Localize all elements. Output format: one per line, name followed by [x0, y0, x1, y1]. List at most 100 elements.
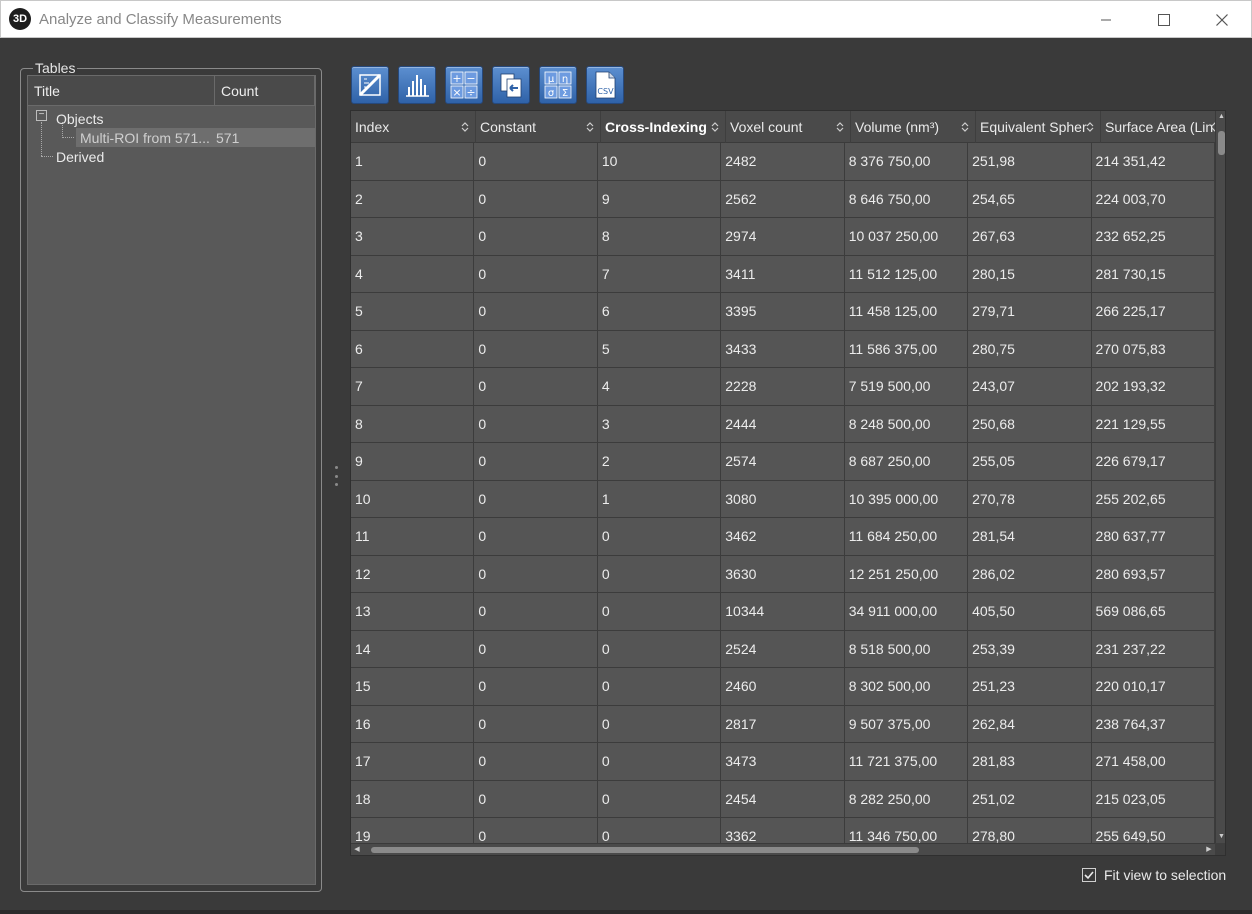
table-cell[interactable]: 2562 [721, 180, 845, 217]
table-cell[interactable]: 0 [598, 593, 722, 630]
table-row[interactable]: 11 0 0 3462 11 684 250,00 281,54 280 637,77 [351, 518, 1215, 556]
table-cell[interactable]: 254,65 [968, 180, 1092, 217]
minimize-button[interactable] [1077, 1, 1135, 39]
table-cell[interactable]: 3080 [721, 480, 845, 517]
arithmetic-button[interactable]: + − × ÷ [445, 66, 483, 104]
table-cell[interactable]: 281,54 [968, 518, 1092, 555]
table-cell[interactable]: 255,05 [968, 443, 1092, 480]
table-cell[interactable]: 8 [351, 405, 475, 442]
table-cell[interactable]: 9 507 375,00 [845, 705, 969, 742]
table-cell[interactable]: 202 193,32 [1092, 368, 1215, 405]
table-row[interactable]: 13 0 0 10344 34 911 000,00 405,50 569 086,65 [351, 593, 1215, 631]
sort-icon[interactable] [586, 121, 594, 133]
table-cell[interactable]: 0 [474, 668, 598, 705]
table-cell[interactable]: 0 [474, 518, 598, 555]
table-row[interactable]: 17 0 0 3473 11 721 375,00 281,83 271 458,00 [351, 743, 1215, 781]
table-cell[interactable]: 0 [474, 293, 598, 330]
horizontal-scroll-thumb[interactable] [371, 847, 919, 853]
table-cell[interactable]: 10 [598, 143, 722, 180]
column-header[interactable]: Cross-Indexing [601, 111, 726, 143]
table-cell[interactable]: 11 346 750,00 [845, 818, 969, 843]
table-cell[interactable]: 13 [351, 593, 475, 630]
table-cell[interactable]: 281 730,15 [1092, 255, 1215, 292]
table-cell[interactable]: 12 [351, 555, 475, 592]
table-cell[interactable]: 253,39 [968, 630, 1092, 667]
table-cell[interactable]: 11 721 375,00 [845, 743, 969, 780]
table-cell[interactable]: 232 652,25 [1092, 218, 1215, 255]
table-row[interactable]: 16 0 0 2817 9 507 375,00 262,84 238 764,37 [351, 705, 1215, 743]
table-cell[interactable]: 3 [351, 218, 475, 255]
table-cell[interactable]: 280,75 [968, 330, 1092, 367]
table-row[interactable]: 1 0 10 2482 8 376 750,00 251,98 214 351,42 [351, 143, 1215, 181]
table-cell[interactable]: 2482 [721, 143, 845, 180]
table-cell[interactable]: 8 248 500,00 [845, 405, 969, 442]
table-cell[interactable]: 11 512 125,00 [845, 255, 969, 292]
table-row[interactable]: 2 0 9 2562 8 646 750,00 254,65 224 003,70 [351, 180, 1215, 218]
table-cell[interactable]: 279,71 [968, 293, 1092, 330]
table-cell[interactable]: 278,80 [968, 818, 1092, 843]
sort-icon[interactable] [1086, 121, 1094, 133]
table-cell[interactable]: 8 282 250,00 [845, 780, 969, 817]
table-cell[interactable]: 0 [474, 818, 598, 843]
table-row[interactable]: 18 0 0 2454 8 282 250,00 251,02 215 023,05 [351, 780, 1215, 818]
table-cell[interactable]: 8 302 500,00 [845, 668, 969, 705]
table-cell[interactable]: 4 [598, 368, 722, 405]
table-cell[interactable]: 2524 [721, 630, 845, 667]
table-cell[interactable]: 0 [474, 555, 598, 592]
table-cell[interactable]: 0 [474, 255, 598, 292]
table-cell[interactable]: 8 646 750,00 [845, 180, 969, 217]
table-row[interactable]: 7 0 4 2228 7 519 500,00 243,07 202 193,32 [351, 368, 1215, 406]
table-cell[interactable]: 3411 [721, 255, 845, 292]
column-header[interactable]: Constant [476, 111, 601, 143]
table-cell[interactable]: 0 [598, 743, 722, 780]
table-cell[interactable]: 10 037 250,00 [845, 218, 969, 255]
sort-icon[interactable] [961, 121, 969, 133]
table-cell[interactable]: 0 [474, 180, 598, 217]
table-cell[interactable]: 270 075,83 [1092, 330, 1215, 367]
table-cell[interactable]: 1 [598, 480, 722, 517]
table-cell[interactable]: 215 023,05 [1092, 780, 1215, 817]
scroll-left-icon[interactable]: ◀ [351, 844, 363, 855]
table-cell[interactable]: 0 [474, 593, 598, 630]
table-row[interactable]: 6 0 5 3433 11 586 375,00 280,75 270 075,83 [351, 330, 1215, 368]
table-cell[interactable]: 0 [598, 818, 722, 843]
table-cell[interactable]: 0 [474, 143, 598, 180]
table-cell[interactable]: 251,02 [968, 780, 1092, 817]
table-cell[interactable]: 238 764,37 [1092, 705, 1215, 742]
tree-column-title[interactable]: Title [28, 76, 215, 105]
scroll-right-icon[interactable]: ▶ [1203, 844, 1215, 855]
csv-export-button[interactable]: CSV [586, 66, 624, 104]
table-cell[interactable]: 280 637,77 [1092, 518, 1215, 555]
column-header[interactable]: Surface Area (Lin [1101, 111, 1225, 143]
table-cell[interactable]: 19 [351, 818, 475, 843]
table-cell[interactable]: 569 086,65 [1092, 593, 1215, 630]
table-cell[interactable]: 3473 [721, 743, 845, 780]
table-cell[interactable]: 11 684 250,00 [845, 518, 969, 555]
vertical-scrollbar[interactable]: ▲ ▼ [1215, 111, 1225, 843]
table-cell[interactable]: 0 [598, 555, 722, 592]
table-cell[interactable]: 8 376 750,00 [845, 143, 969, 180]
table-cell[interactable]: 10344 [721, 593, 845, 630]
table-cell[interactable]: 2460 [721, 668, 845, 705]
table-cell[interactable]: 15 [351, 668, 475, 705]
table-cell[interactable]: 14 [351, 630, 475, 667]
table-cell[interactable]: 0 [474, 218, 598, 255]
table-cell[interactable]: 221 129,55 [1092, 405, 1215, 442]
table-row[interactable]: 8 0 3 2444 8 248 500,00 250,68 221 129,55 [351, 405, 1215, 443]
table-cell[interactable]: 0 [474, 780, 598, 817]
table-cell[interactable]: 10 [351, 480, 475, 517]
table-cell[interactable]: 226 679,17 [1092, 443, 1215, 480]
table-cell[interactable]: 9 [598, 180, 722, 217]
table-row[interactable]: 5 0 6 3395 11 458 125,00 279,71 266 225,17 [351, 293, 1215, 331]
table-cell[interactable]: 6 [351, 330, 475, 367]
table-cell[interactable]: 2228 [721, 368, 845, 405]
table-cell[interactable]: 2 [598, 443, 722, 480]
table-cell[interactable]: 16 [351, 705, 475, 742]
table-row[interactable]: 12 0 0 3630 12 251 250,00 286,02 280 693,57 [351, 555, 1215, 593]
table-cell[interactable]: 0 [474, 405, 598, 442]
horizontal-scrollbar[interactable]: ◀ ▶ [351, 843, 1215, 855]
tree-column-count[interactable]: Count [215, 76, 315, 105]
fit-view-checkbox[interactable] [1082, 868, 1096, 882]
fit-view-option[interactable]: Fit view to selection [1082, 867, 1226, 883]
column-header[interactable]: Voxel count [726, 111, 851, 143]
